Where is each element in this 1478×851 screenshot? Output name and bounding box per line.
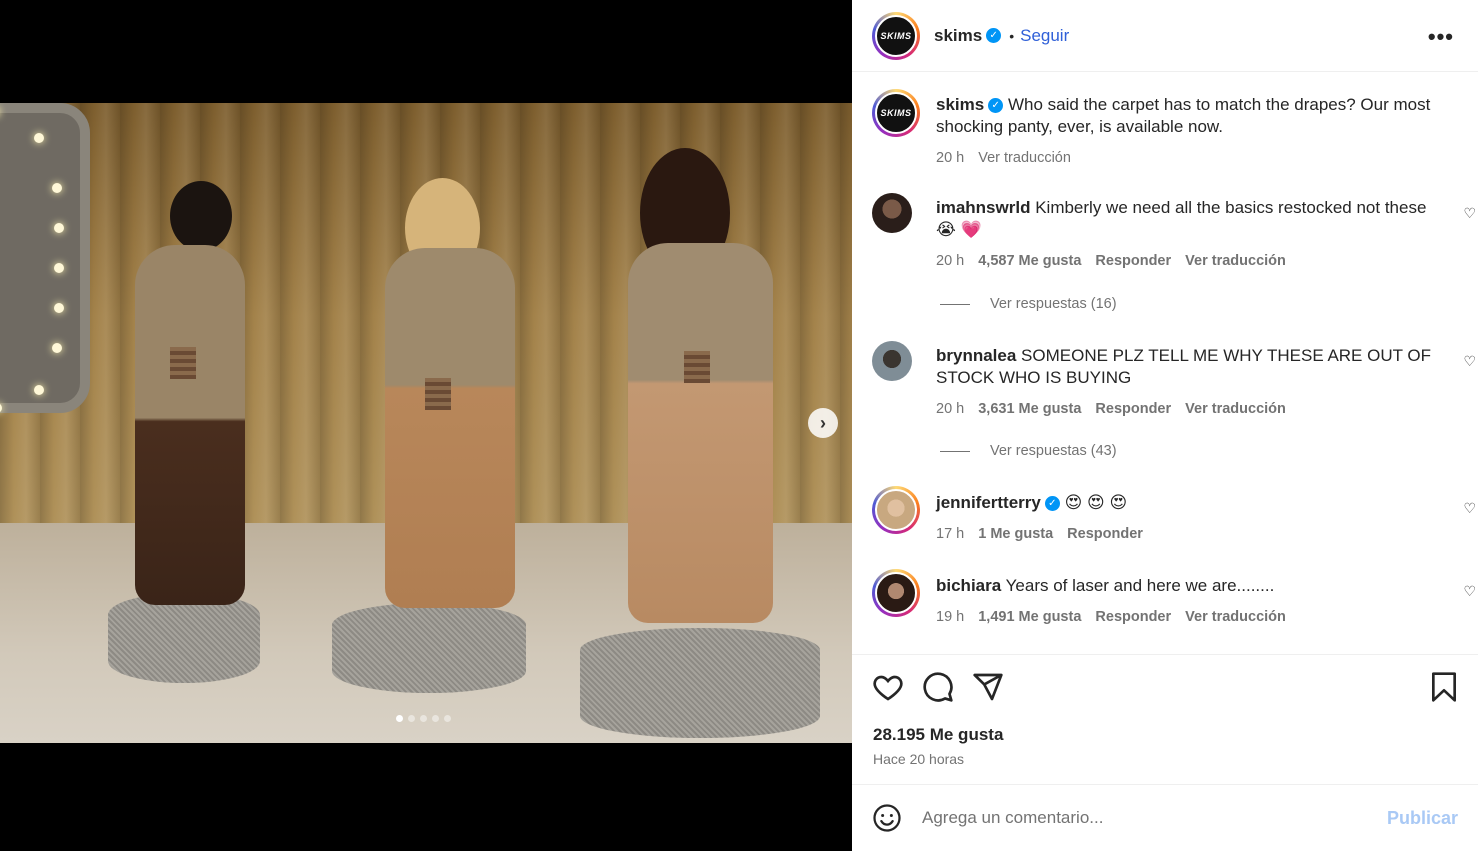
caption-username[interactable]: skims bbox=[936, 95, 984, 114]
figure-center bbox=[385, 248, 515, 608]
carousel-next-button[interactable]: › bbox=[808, 408, 838, 438]
post-timestamp[interactable]: Hace 20 horas bbox=[873, 751, 964, 767]
heart-icon[interactable]: ♡ bbox=[1463, 500, 1476, 517]
reply-button[interactable]: Responder bbox=[1095, 250, 1171, 272]
divider bbox=[940, 450, 970, 452]
comment-input[interactable] bbox=[922, 808, 1387, 828]
comment-likes[interactable]: 3,631 Me gusta bbox=[978, 398, 1081, 420]
avatar[interactable] bbox=[872, 341, 912, 381]
see-translation-link[interactable]: Ver traducción bbox=[978, 147, 1071, 169]
post-panel: SKIMS skims ✓ • Seguir ••• SKIMS skims ✓ … bbox=[852, 0, 1478, 851]
comment-time[interactable]: 20 h bbox=[936, 398, 964, 420]
pedestal-left bbox=[108, 593, 260, 683]
comment-time[interactable]: 17 h bbox=[936, 523, 964, 545]
lighted-mirror bbox=[0, 103, 90, 413]
emoji-icon[interactable] bbox=[872, 803, 902, 833]
share-icon[interactable] bbox=[972, 671, 1004, 703]
chevron-right-icon: › bbox=[820, 412, 826, 433]
figure-left-hair bbox=[170, 181, 232, 251]
post-actions: 28.195 Me gusta Hace 20 horas bbox=[852, 654, 1478, 784]
see-translation-link[interactable]: Ver traducción bbox=[1185, 606, 1286, 628]
verified-icon: ✓ bbox=[1044, 496, 1060, 512]
figure-left bbox=[135, 245, 245, 605]
avatar[interactable] bbox=[872, 193, 912, 233]
avatar[interactable]: SKIMS bbox=[872, 11, 920, 60]
comment-likes[interactable]: 1 Me gusta bbox=[978, 523, 1053, 545]
caption-time[interactable]: 20 h bbox=[936, 147, 964, 169]
view-replies-label[interactable]: Ver respuestas (43) bbox=[990, 443, 1117, 459]
list-item: brynnalea SOMEONE PLZ TELL ME WHY THESE … bbox=[872, 341, 1476, 421]
skims-logo: SKIMS bbox=[875, 92, 917, 134]
add-comment-bar: Publicar bbox=[852, 784, 1478, 851]
comment-time[interactable]: 19 h bbox=[936, 606, 964, 628]
post-photo bbox=[0, 103, 852, 743]
view-replies[interactable]: Ver respuestas (43) bbox=[940, 443, 1117, 459]
comment-likes[interactable]: 4,587 Me gusta bbox=[978, 250, 1081, 272]
likes-count[interactable]: 28.195 Me gusta bbox=[873, 725, 1003, 745]
avatar[interactable]: SKIMS bbox=[872, 89, 920, 137]
comment-username[interactable]: bichiara bbox=[936, 576, 1001, 595]
heart-icon[interactable]: ♡ bbox=[1463, 353, 1476, 370]
heart-icon[interactable]: ♡ bbox=[1463, 583, 1476, 600]
skims-logo: SKIMS bbox=[875, 14, 917, 57]
post-media: › bbox=[0, 0, 852, 851]
list-item: jennifertterry ✓ 😍 😍 😍 17 h 1 Me gusta Re… bbox=[872, 486, 1476, 546]
verified-icon: ✓ bbox=[986, 28, 1002, 43]
carousel-dot[interactable] bbox=[420, 715, 427, 722]
post-header: SKIMS skims ✓ • Seguir ••• bbox=[852, 0, 1478, 72]
pedestal-right bbox=[580, 628, 820, 738]
figure-right bbox=[628, 243, 773, 623]
bookmark-icon[interactable] bbox=[1428, 671, 1460, 703]
more-options-icon[interactable]: ••• bbox=[1428, 24, 1454, 50]
comment-icon[interactable] bbox=[922, 671, 954, 703]
reply-button[interactable]: Responder bbox=[1095, 398, 1171, 420]
see-translation-link[interactable]: Ver traducción bbox=[1185, 398, 1286, 420]
comment-username[interactable]: jennifertterry bbox=[936, 493, 1041, 512]
see-translation-link[interactable]: Ver traducción bbox=[1185, 250, 1286, 272]
comment-text: Years of laser and here we are........ bbox=[1005, 576, 1275, 595]
comment-username[interactable]: brynnalea bbox=[936, 346, 1016, 365]
list-item: bichiara Years of laser and here we are.… bbox=[872, 569, 1476, 629]
comments-list: SKIMS skims ✓ Who said the carpet has to … bbox=[852, 73, 1478, 653]
follow-button[interactable]: Seguir bbox=[1020, 26, 1069, 46]
avatar[interactable] bbox=[872, 486, 920, 534]
divider bbox=[940, 303, 970, 305]
post-author-username[interactable]: skims bbox=[934, 26, 982, 46]
caption-text: Who said the carpet has to match the dra… bbox=[936, 95, 1431, 136]
post-caption: SKIMS skims ✓ Who said the carpet has to … bbox=[872, 89, 1462, 169]
pedestal-center bbox=[332, 603, 526, 693]
reply-button[interactable]: Responder bbox=[1067, 523, 1143, 545]
carousel-dot[interactable] bbox=[408, 715, 415, 722]
heart-icon[interactable] bbox=[872, 671, 904, 703]
comment-text: 😍 😍 😍 bbox=[1064, 493, 1128, 512]
comment-time[interactable]: 20 h bbox=[936, 250, 964, 272]
carousel-dot[interactable] bbox=[396, 715, 403, 722]
reply-button[interactable]: Responder bbox=[1095, 606, 1171, 628]
heart-icon[interactable]: ♡ bbox=[1463, 205, 1476, 222]
list-item: imahnswrld Kimberly we need all the basi… bbox=[872, 193, 1476, 273]
carousel-dot[interactable] bbox=[432, 715, 439, 722]
avatar[interactable] bbox=[872, 569, 920, 617]
comment-likes[interactable]: 1,491 Me gusta bbox=[978, 606, 1081, 628]
carousel-dot[interactable] bbox=[444, 715, 451, 722]
avatar-photo bbox=[875, 572, 917, 614]
comment-username[interactable]: imahnswrld bbox=[936, 198, 1030, 217]
separator-dot: • bbox=[1009, 27, 1015, 44]
avatar-photo bbox=[875, 489, 917, 531]
carousel-indicators bbox=[396, 715, 451, 722]
publish-button[interactable]: Publicar bbox=[1387, 808, 1458, 829]
view-replies-label[interactable]: Ver respuestas (16) bbox=[990, 296, 1117, 312]
view-replies[interactable]: Ver respuestas (16) bbox=[940, 296, 1117, 312]
verified-icon: ✓ bbox=[988, 98, 1004, 114]
